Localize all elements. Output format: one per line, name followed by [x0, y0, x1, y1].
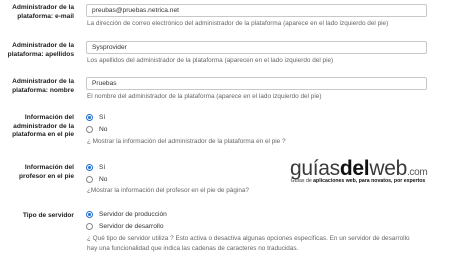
info-profesor-si-option[interactable]: Sí	[86, 164, 105, 171]
info-admin-help: ¿ Mostrar la información del administrad…	[87, 138, 286, 145]
info-profesor-help: ¿Mostrar la información del profesor en …	[87, 187, 249, 194]
watermark-logo: guíasdelweb.com Guías de aplicaciones we…	[282, 157, 442, 213]
label-admin-email: Administrador de la plataforma: e-mail	[12, 4, 74, 20]
info-admin-si-option[interactable]: Sí	[86, 114, 105, 121]
label-admin-nombre: Administrador de la plataforma: nombre	[12, 78, 74, 94]
label-tipo-servidor: Tipo de servidor	[22, 212, 74, 219]
info-admin-no-label: No	[99, 126, 108, 133]
admin-nombre-field[interactable]: Pruebas	[86, 77, 427, 90]
tagline-part-1: Guías de	[290, 178, 314, 184]
watermark-tagline: Guías de aplicaciones web, para novatos,…	[282, 178, 434, 185]
admin-email-field[interactable]: preubas@pruebas.netrica.net	[86, 4, 427, 17]
tipo-servidor-help: ¿ Qué tipo de servidor utiliza ? Esto ac…	[87, 235, 410, 242]
radio-unselected[interactable]	[86, 223, 93, 230]
brand-com: .com	[406, 167, 428, 178]
servidor-desarrollo-option[interactable]: Servidor de desarrollo	[86, 223, 164, 230]
label-admin-apellidos: Administrador de la plataforma: apellido…	[7, 42, 74, 58]
label-info-profesor-pie: Información del profesor en el pie	[19, 164, 74, 180]
radio-selected[interactable]	[86, 164, 93, 171]
radio-unselected[interactable]	[86, 176, 93, 183]
admin-apellidos-help: Los apellidos del administrador de la pl…	[87, 57, 334, 64]
radio-unselected[interactable]	[86, 126, 93, 133]
label-info-admin-pie: Información del administrador de la plat…	[12, 114, 74, 138]
admin-email-help: La dirección de correo electrónico del a…	[87, 20, 389, 27]
tagline-bold: aplicaciones web, para novatos, por expe…	[313, 178, 426, 184]
info-profesor-no-label: No	[99, 176, 108, 183]
tipo-servidor-help-2: hay una funcionalidad que indica las cad…	[87, 245, 299, 252]
brand-part-2: web	[369, 157, 407, 180]
info-profesor-si-label: Sí	[99, 164, 106, 171]
radio-selected[interactable]	[86, 211, 93, 218]
servidor-desarrollo-label: Servidor de desarrollo	[99, 223, 164, 230]
brand-part-1: guías	[290, 157, 340, 180]
admin-nombre-help: El nombre del administrador de la plataf…	[87, 93, 322, 100]
info-admin-no-option[interactable]: No	[86, 126, 107, 133]
info-profesor-no-option[interactable]: No	[86, 176, 107, 183]
brand-part-bold: del	[339, 157, 370, 180]
servidor-produccion-option[interactable]: Servidor de producción	[86, 211, 167, 218]
radio-selected[interactable]	[86, 114, 93, 121]
servidor-produccion-label: Servidor de producción	[99, 211, 167, 218]
admin-apellidos-field[interactable]: Sysprovider	[86, 41, 427, 54]
info-admin-si-label: Sí	[99, 114, 106, 121]
